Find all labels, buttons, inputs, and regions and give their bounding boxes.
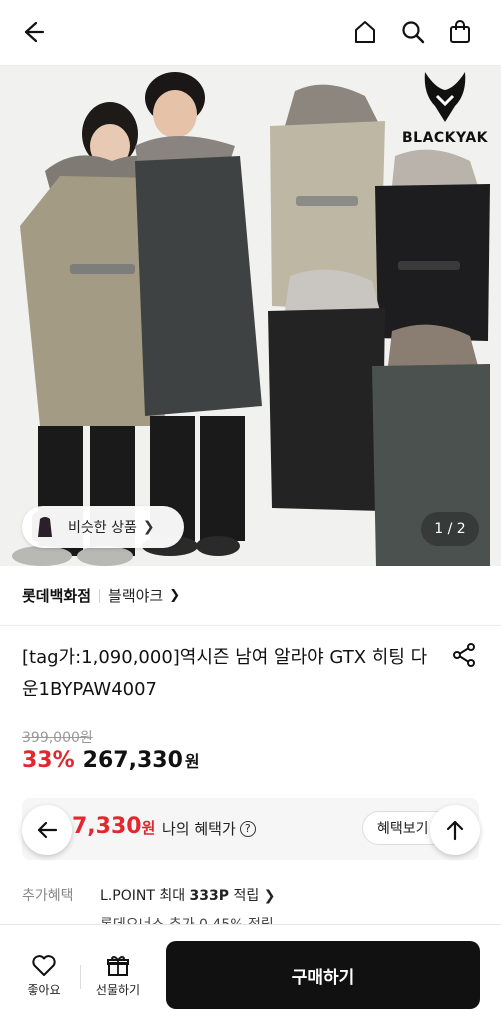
similar-products-button[interactable]: 비슷한 상품 ❯ <box>22 506 184 548</box>
share-icon[interactable] <box>451 642 479 670</box>
currency-unit: 원 <box>184 752 200 771</box>
lpoint-benefit[interactable]: L.POINT 최대 333P 적립 ❯ <box>100 885 275 905</box>
gift-icon <box>107 955 129 976</box>
divider <box>99 588 101 603</box>
benefit-price: 7,330원 <box>72 814 155 839</box>
heart-icon <box>32 955 56 976</box>
scroll-to-top-button[interactable] <box>430 805 480 855</box>
brand-logo: BLACKYAK <box>397 66 493 148</box>
brand-logo-text: BLACKYAK <box>401 130 489 146</box>
bottom-action-bar: 좋아요 선물하기 구매하기 <box>0 924 501 1024</box>
chevron-right-icon: ❯ <box>142 519 155 535</box>
similar-products-label: 비슷한 상품 <box>68 520 137 536</box>
benefit-amount: 7,330 <box>72 814 142 839</box>
help-icon[interactable]: ? <box>239 820 256 837</box>
arrow-up-icon <box>446 820 464 841</box>
divider <box>80 965 81 989</box>
my-benefit-label: 나의 혜택가? <box>162 818 256 839</box>
sale-price: 267,330 <box>82 748 183 773</box>
product-image-gallery[interactable]: BLACKYAK 비슷한 상품 ❯ 1 / 2 <box>0 66 501 566</box>
lpoint-value: 333P <box>189 888 230 904</box>
similar-product-thumbnail <box>32 512 58 542</box>
brand-link[interactable]: 블랙야크 <box>108 585 163 606</box>
arrow-left-icon[interactable] <box>14 14 50 50</box>
department-store-name[interactable]: 롯데백화점 <box>22 585 91 606</box>
original-price: 399,000원 <box>22 730 93 746</box>
chevron-right-icon: ❯ <box>263 888 276 904</box>
benefit-price-box: 7,330원 나의 혜택가? 혜택보기 <box>22 798 479 860</box>
my-benefit-text: 나의 혜택가 <box>162 820 236 838</box>
extra-benefit-label: 추가혜택 <box>22 888 74 904</box>
benefit-currency: 원 <box>141 819 156 837</box>
product-title: [tag가:1,090,000]역시즌 남여 알라야 GTX 히팅 다운1BYP… <box>22 647 428 700</box>
arrow-left-icon <box>37 821 58 839</box>
image-pager-indicator: 1 / 2 <box>421 512 479 546</box>
store-brand-row: 롯데백화점 블랙야크 ❯ <box>0 566 501 626</box>
gift-button[interactable]: 선물하기 <box>88 951 148 998</box>
gift-label: 선물하기 <box>95 983 141 997</box>
wishlist-button[interactable]: 좋아요 <box>14 951 74 998</box>
chevron-right-icon: ❯ <box>169 588 181 603</box>
search-icon[interactable] <box>395 14 431 50</box>
yak-head-icon <box>424 72 466 122</box>
discount-rate: 33% <box>22 748 75 773</box>
top-navigation-bar <box>0 0 501 66</box>
lpoint-prefix: L.POINT 최대 <box>100 888 190 904</box>
shopping-bag-icon[interactable] <box>442 14 478 50</box>
home-icon[interactable] <box>347 14 383 50</box>
lpoint-suffix: 적립 <box>229 888 260 904</box>
price-row: 33% 267,330 원 <box>22 748 200 773</box>
floating-back-button[interactable] <box>22 805 72 855</box>
buy-button[interactable]: 구매하기 <box>166 941 480 1009</box>
wishlist-label: 좋아요 <box>27 983 61 997</box>
